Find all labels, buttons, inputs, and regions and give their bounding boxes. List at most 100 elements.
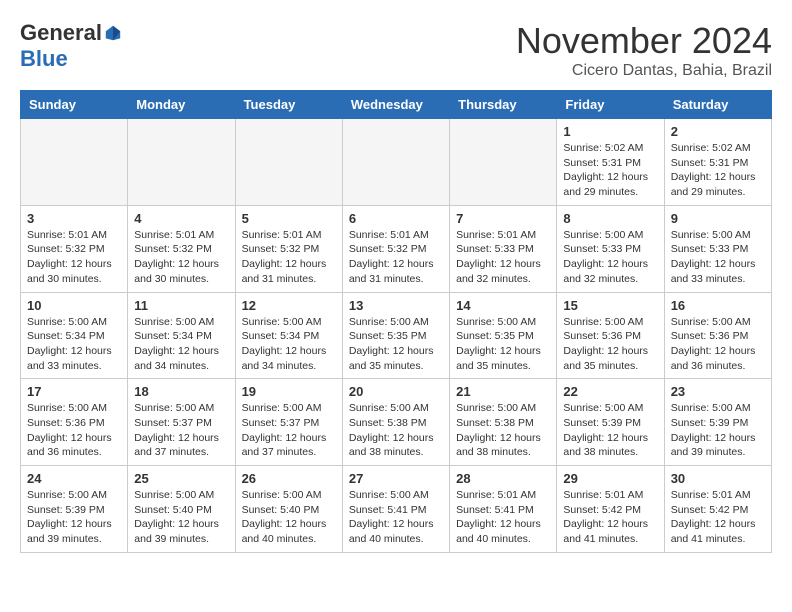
calendar-day-cell: 4 Sunrise: 5:01 AMSunset: 5:32 PMDaylight… (128, 205, 235, 292)
calendar-day-cell: 27 Sunrise: 5:00 AMSunset: 5:41 PMDayligh… (342, 466, 449, 553)
day-number: 7 (456, 211, 550, 226)
day-number: 24 (27, 471, 121, 486)
calendar-day-cell (450, 119, 557, 206)
day-number: 13 (349, 298, 443, 313)
calendar-week-row: 1 Sunrise: 5:02 AMSunset: 5:31 PMDaylight… (21, 119, 772, 206)
day-number: 27 (349, 471, 443, 486)
calendar-week-row: 10 Sunrise: 5:00 AMSunset: 5:34 PMDayligh… (21, 292, 772, 379)
day-info: Sunrise: 5:00 AMSunset: 5:39 PMDaylight:… (27, 488, 121, 547)
day-info: Sunrise: 5:00 AMSunset: 5:37 PMDaylight:… (242, 401, 336, 460)
calendar-day-cell: 2Sunrise: 5:02 AMSunset: 5:31 PMDaylight… (664, 119, 771, 206)
day-number: 6 (349, 211, 443, 226)
day-info: Sunrise: 5:00 AMSunset: 5:33 PMDaylight:… (563, 228, 657, 287)
day-number: 19 (242, 384, 336, 399)
calendar-day-cell: 21 Sunrise: 5:00 AMSunset: 5:38 PMDayligh… (450, 379, 557, 466)
day-number: 1 (563, 124, 657, 139)
day-info: Sunrise: 5:00 AMSunset: 5:36 PMDaylight:… (671, 315, 765, 374)
day-info: Sunrise: 5:01 AMSunset: 5:41 PMDaylight:… (456, 488, 550, 547)
calendar-week-row: 17 Sunrise: 5:00 AMSunset: 5:36 PMDayligh… (21, 379, 772, 466)
calendar-day-cell: 19 Sunrise: 5:00 AMSunset: 5:37 PMDayligh… (235, 379, 342, 466)
day-number: 26 (242, 471, 336, 486)
calendar-day-cell: 30Sunrise: 5:01 AMSunset: 5:42 PMDayligh… (664, 466, 771, 553)
day-info: Sunrise: 5:02 AMSunset: 5:31 PMDaylight:… (563, 141, 657, 200)
location-subtitle: Cicero Dantas, Bahia, Brazil (516, 62, 772, 80)
day-info: Sunrise: 5:00 AMSunset: 5:34 PMDaylight:… (134, 315, 228, 374)
day-info: Sunrise: 5:00 AMSunset: 5:39 PMDaylight:… (563, 401, 657, 460)
calendar-day-cell: 12 Sunrise: 5:00 AMSunset: 5:34 PMDayligh… (235, 292, 342, 379)
day-info: Sunrise: 5:00 AMSunset: 5:36 PMDaylight:… (27, 401, 121, 460)
calendar-day-cell: 16 Sunrise: 5:00 AMSunset: 5:36 PMDayligh… (664, 292, 771, 379)
day-number: 15 (563, 298, 657, 313)
day-number: 16 (671, 298, 765, 313)
calendar-header-row: SundayMondayTuesdayWednesdayThursdayFrid… (21, 91, 772, 119)
day-number: 8 (563, 211, 657, 226)
day-of-week-header: Wednesday (342, 91, 449, 119)
calendar-day-cell (128, 119, 235, 206)
logo-flag-icon (104, 24, 122, 42)
month-title: November 2024 (516, 20, 772, 62)
day-info: Sunrise: 5:01 AMSunset: 5:33 PMDaylight:… (456, 228, 550, 287)
day-info: Sunrise: 5:00 AMSunset: 5:39 PMDaylight:… (671, 401, 765, 460)
calendar-day-cell: 7 Sunrise: 5:01 AMSunset: 5:33 PMDaylight… (450, 205, 557, 292)
calendar-day-cell: 23 Sunrise: 5:00 AMSunset: 5:39 PMDayligh… (664, 379, 771, 466)
calendar-day-cell: 5 Sunrise: 5:01 AMSunset: 5:32 PMDaylight… (235, 205, 342, 292)
day-number: 9 (671, 211, 765, 226)
calendar-day-cell: 8 Sunrise: 5:00 AMSunset: 5:33 PMDaylight… (557, 205, 664, 292)
calendar-week-row: 24 Sunrise: 5:00 AMSunset: 5:39 PMDayligh… (21, 466, 772, 553)
day-number: 17 (27, 384, 121, 399)
day-info: Sunrise: 5:00 AMSunset: 5:38 PMDaylight:… (349, 401, 443, 460)
title-area: November 2024 Cicero Dantas, Bahia, Braz… (516, 20, 772, 80)
calendar-day-cell: 18Sunrise: 5:00 AMSunset: 5:37 PMDayligh… (128, 379, 235, 466)
calendar-day-cell: 14 Sunrise: 5:00 AMSunset: 5:35 PMDayligh… (450, 292, 557, 379)
day-info: Sunrise: 5:01 AMSunset: 5:32 PMDaylight:… (242, 228, 336, 287)
day-info: Sunrise: 5:00 AMSunset: 5:36 PMDaylight:… (563, 315, 657, 374)
calendar-day-cell: 3 Sunrise: 5:01 AMSunset: 5:32 PMDaylight… (21, 205, 128, 292)
day-info: Sunrise: 5:00 AMSunset: 5:37 PMDaylight:… (134, 401, 228, 460)
calendar-day-cell: 17 Sunrise: 5:00 AMSunset: 5:36 PMDayligh… (21, 379, 128, 466)
day-number: 12 (242, 298, 336, 313)
calendar-day-cell: 15 Sunrise: 5:00 AMSunset: 5:36 PMDayligh… (557, 292, 664, 379)
calendar-day-cell: 11 Sunrise: 5:00 AMSunset: 5:34 PMDayligh… (128, 292, 235, 379)
day-info: Sunrise: 5:01 AMSunset: 5:42 PMDaylight:… (563, 488, 657, 547)
day-info: Sunrise: 5:00 AMSunset: 5:41 PMDaylight:… (349, 488, 443, 547)
day-info: Sunrise: 5:01 AMSunset: 5:32 PMDaylight:… (27, 228, 121, 287)
calendar-day-cell: 22 Sunrise: 5:00 AMSunset: 5:39 PMDayligh… (557, 379, 664, 466)
logo-general-text: General (20, 20, 102, 46)
calendar-day-cell: 6 Sunrise: 5:01 AMSunset: 5:32 PMDaylight… (342, 205, 449, 292)
day-info: Sunrise: 5:02 AMSunset: 5:31 PMDaylight:… (671, 141, 765, 200)
day-info: Sunrise: 5:01 AMSunset: 5:32 PMDaylight:… (134, 228, 228, 287)
day-of-week-header: Thursday (450, 91, 557, 119)
calendar-day-cell: 20 Sunrise: 5:00 AMSunset: 5:38 PMDayligh… (342, 379, 449, 466)
day-number: 3 (27, 211, 121, 226)
day-number: 22 (563, 384, 657, 399)
page-header: General Blue November 2024 Cicero Dantas… (20, 20, 772, 80)
day-info: Sunrise: 5:00 AMSunset: 5:40 PMDaylight:… (242, 488, 336, 547)
day-number: 23 (671, 384, 765, 399)
day-number: 29 (563, 471, 657, 486)
day-number: 14 (456, 298, 550, 313)
day-info: Sunrise: 5:01 AMSunset: 5:32 PMDaylight:… (349, 228, 443, 287)
day-of-week-header: Friday (557, 91, 664, 119)
calendar-day-cell (21, 119, 128, 206)
logo: General Blue (20, 20, 122, 72)
calendar-day-cell: 10Sunrise: 5:00 AMSunset: 5:34 PMDayligh… (21, 292, 128, 379)
day-number: 21 (456, 384, 550, 399)
day-info: Sunrise: 5:00 AMSunset: 5:34 PMDaylight:… (242, 315, 336, 374)
calendar-day-cell: 13 Sunrise: 5:00 AMSunset: 5:35 PMDayligh… (342, 292, 449, 379)
calendar-day-cell: 26 Sunrise: 5:00 AMSunset: 5:40 PMDayligh… (235, 466, 342, 553)
calendar-day-cell: 24 Sunrise: 5:00 AMSunset: 5:39 PMDayligh… (21, 466, 128, 553)
calendar-day-cell: 25Sunrise: 5:00 AMSunset: 5:40 PMDayligh… (128, 466, 235, 553)
day-info: Sunrise: 5:00 AMSunset: 5:35 PMDaylight:… (456, 315, 550, 374)
calendar-day-cell (342, 119, 449, 206)
day-info: Sunrise: 5:00 AMSunset: 5:35 PMDaylight:… (349, 315, 443, 374)
day-info: Sunrise: 5:00 AMSunset: 5:33 PMDaylight:… (671, 228, 765, 287)
day-number: 11 (134, 298, 228, 313)
day-number: 20 (349, 384, 443, 399)
day-number: 4 (134, 211, 228, 226)
calendar-day-cell: 28 Sunrise: 5:01 AMSunset: 5:41 PMDayligh… (450, 466, 557, 553)
day-info: Sunrise: 5:00 AMSunset: 5:38 PMDaylight:… (456, 401, 550, 460)
day-number: 28 (456, 471, 550, 486)
day-number: 5 (242, 211, 336, 226)
calendar-day-cell: 1 Sunrise: 5:02 AMSunset: 5:31 PMDaylight… (557, 119, 664, 206)
day-number: 10 (27, 298, 121, 313)
